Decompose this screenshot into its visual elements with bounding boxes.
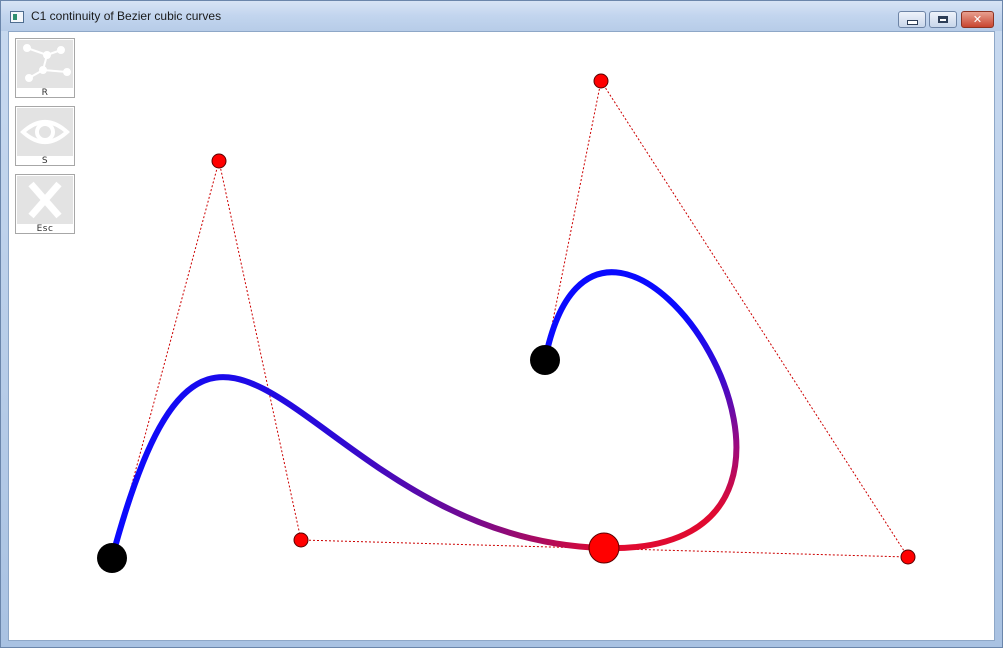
show-hide-button[interactable]: S (15, 106, 75, 166)
title-bar[interactable]: C1 continuity of Bezier cubic curves ✕ (1, 1, 1002, 31)
control-line (544, 80, 602, 361)
drawing-canvas-area[interactable]: R S Esc (8, 31, 995, 641)
shortcut-key-label: S (41, 156, 49, 166)
curve-endpoint[interactable] (530, 345, 560, 375)
bezier-canvas[interactable] (9, 32, 995, 641)
app-icon[interactable] (10, 11, 24, 23)
minimize-button[interactable] (898, 11, 926, 28)
close-x-icon (17, 176, 73, 224)
minimize-icon (906, 20, 918, 25)
control-polygon (111, 80, 909, 559)
application-window: C1 continuity of Bezier cubic curves ✕ R… (0, 0, 1003, 648)
control-point[interactable] (293, 532, 309, 548)
shortcut-key-label: R (41, 88, 49, 98)
shortcut-key-label: Esc (36, 224, 54, 234)
bezier-curve-segment-2 (542, 269, 740, 552)
junction-point[interactable] (588, 532, 620, 564)
maximize-icon (938, 16, 948, 23)
window-title: C1 continuity of Bezier cubic curves (31, 9, 222, 23)
control-point[interactable] (900, 549, 916, 565)
control-point[interactable] (211, 153, 227, 169)
exit-button[interactable]: Esc (15, 174, 75, 234)
close-button[interactable]: ✕ (961, 11, 994, 28)
randomize-button[interactable]: R (15, 38, 75, 98)
eye-icon (17, 108, 73, 156)
random-points-icon (17, 40, 73, 88)
curve-endpoint[interactable] (97, 543, 127, 573)
control-point[interactable] (593, 73, 609, 89)
maximize-button[interactable] (929, 11, 957, 28)
control-line (600, 80, 909, 558)
bezier-curve-segment-1 (109, 374, 607, 561)
control-line (218, 160, 302, 541)
close-icon: ✕ (972, 13, 983, 26)
